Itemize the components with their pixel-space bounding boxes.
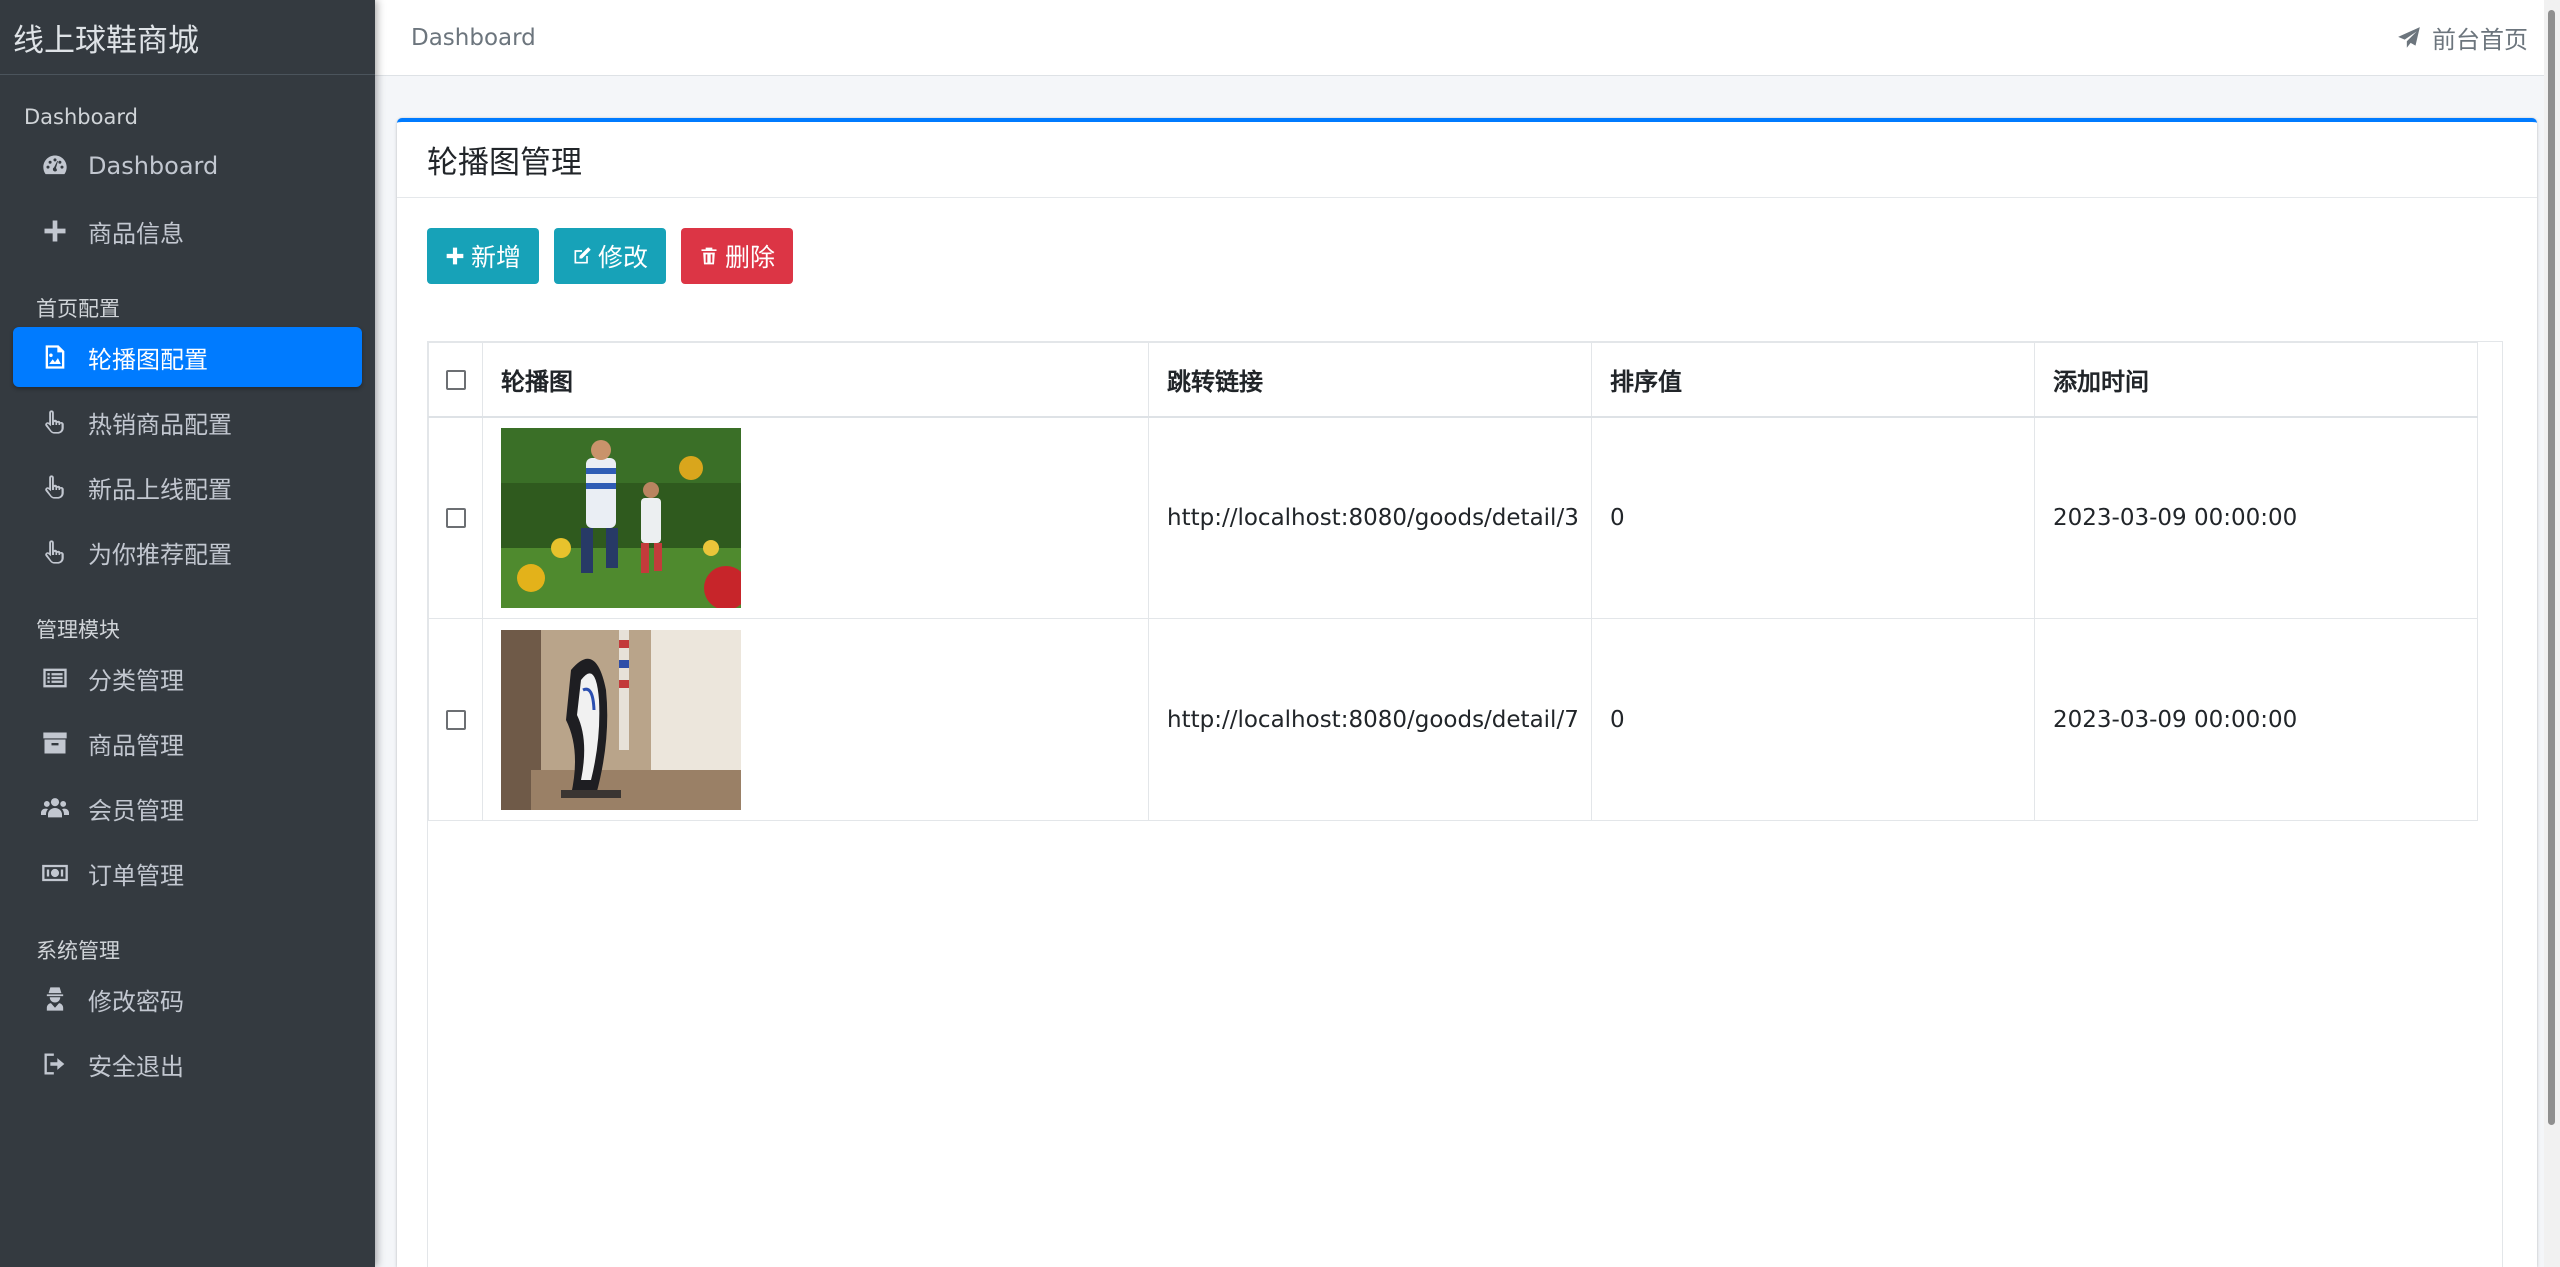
nav-header-management: 管理模块 <box>36 618 120 642</box>
sidebar-item-label: Dashboard <box>88 152 219 180</box>
front-home-label: 前台首页 <box>2432 26 2528 54</box>
add-button[interactable]: 新增 <box>427 228 540 284</box>
sidebar-item-order-management[interactable]: 订单管理 <box>13 843 362 903</box>
row-checkbox[interactable] <box>445 710 466 730</box>
column-header-image[interactable]: 轮播图 <box>482 342 1149 418</box>
toolbar: 新增 修改 删除 <box>397 198 2537 284</box>
sidebar-item-label: 为你推荐配置 <box>88 540 232 569</box>
tachometer-icon <box>40 151 70 181</box>
plus-icon <box>40 216 70 246</box>
nav-header-home-config: 首页配置 <box>36 297 120 321</box>
users-icon <box>40 793 70 823</box>
row-checkbox[interactable] <box>445 508 466 529</box>
carousel-table: 轮播图 跳转链接 排序值 添加时间 http://localhost:8080/… <box>427 341 2503 1267</box>
sidebar-item-dashboard[interactable]: Dashboard <box>13 136 362 196</box>
sidebar-item-label: 安全退出 <box>88 1052 184 1081</box>
paper-plane-icon <box>2398 26 2420 48</box>
hand-pointer-icon <box>40 472 70 502</box>
sidebar-item-recommend-config[interactable]: 为你推荐配置 <box>13 522 362 582</box>
carousel-management-card: 轮播图管理 新增 修改 删除 轮播图 跳转链接 排序值 添加时间 http://… <box>397 118 2537 1267</box>
select-all-checkbox[interactable] <box>445 370 466 391</box>
edit-icon <box>574 247 591 264</box>
carousel-thumbnail[interactable] <box>501 629 741 810</box>
top-navbar: Dashboard 前台首页 <box>375 0 2560 76</box>
user-secret-icon <box>40 984 70 1014</box>
add-button-label: 新增 <box>471 243 522 272</box>
sign-out-icon <box>40 1049 70 1079</box>
edit-button[interactable]: 修改 <box>554 228 667 284</box>
sidebar-item-member-management[interactable]: 会员管理 <box>13 778 362 838</box>
link-cell: http://localhost:8080/goods/detail/7 <box>1148 618 1592 821</box>
table-header-row: 轮播图 跳转链接 排序值 添加时间 <box>428 342 2478 418</box>
sidebar-item-hot-goods-config[interactable]: 热销商品配置 <box>13 392 362 452</box>
front-home-link[interactable]: 前台首页 <box>2396 20 2528 55</box>
sidebar-item-label: 热销商品配置 <box>88 410 232 439</box>
edit-button-label: 修改 <box>598 243 649 272</box>
sidebar-item-label: 订单管理 <box>88 861 184 890</box>
card-title: 轮播图管理 <box>397 122 2537 198</box>
sidebar-item-change-password[interactable]: 修改密码 <box>13 969 362 1029</box>
row-select-cell <box>428 618 483 821</box>
column-header-link[interactable]: 跳转链接 <box>1148 342 1592 418</box>
order-cell: 0 <box>1591 618 2035 821</box>
sidebar-item-label: 修改密码 <box>88 987 184 1016</box>
sidebar-item-new-goods-config[interactable]: 新品上线配置 <box>13 457 362 517</box>
added-time-cell: 2023-03-09 00:00:00 <box>2034 618 2478 821</box>
image-icon <box>40 342 70 372</box>
delete-button[interactable]: 删除 <box>681 228 794 284</box>
breadcrumb: Dashboard <box>411 24 536 51</box>
carousel-image-cell <box>482 416 1149 619</box>
link-cell: http://localhost:8080/goods/detail/3 <box>1148 416 1592 619</box>
page-scrollbar[interactable] <box>2544 0 2560 1267</box>
plus-icon <box>446 247 464 265</box>
sidebar-item-label: 商品信息 <box>88 219 184 248</box>
trash-icon <box>701 247 717 265</box>
sidebar: 线上球鞋商城 Dashboard Dashboard 商品信息 首页配置 轮播图… <box>0 0 375 1267</box>
archive-icon <box>40 728 70 758</box>
order-cell: 0 <box>1591 416 2035 619</box>
select-all-cell <box>428 342 483 418</box>
table-row[interactable]: http://localhost:8080/goods/detail/7 0 2… <box>428 618 2478 821</box>
sidebar-item-goods-info[interactable]: 商品信息 <box>13 201 362 261</box>
carousel-thumbnail[interactable] <box>501 427 741 608</box>
sidebar-item-category-management[interactable]: 分类管理 <box>13 648 362 708</box>
table-row[interactable]: http://localhost:8080/goods/detail/3 0 2… <box>428 416 2478 619</box>
sidebar-item-label: 分类管理 <box>88 666 184 695</box>
brand-title[interactable]: 线上球鞋商城 <box>0 0 375 75</box>
sidebar-item-label: 会员管理 <box>88 796 184 825</box>
sidebar-item-label: 轮播图配置 <box>88 345 208 374</box>
delete-button-label: 删除 <box>725 243 776 272</box>
list-alt-icon <box>40 663 70 693</box>
column-header-added-time[interactable]: 添加时间 <box>2034 342 2478 418</box>
hand-pointer-icon <box>40 537 70 567</box>
column-header-order[interactable]: 排序值 <box>1591 342 2035 418</box>
sidebar-item-carousel-config[interactable]: 轮播图配置 <box>13 327 362 387</box>
sidebar-item-label: 新品上线配置 <box>88 475 232 504</box>
scrollbar-thumb[interactable] <box>2548 10 2555 1125</box>
money-bill-icon <box>40 858 70 888</box>
added-time-cell: 2023-03-09 00:00:00 <box>2034 416 2478 619</box>
row-select-cell <box>428 416 483 619</box>
hand-pointer-icon <box>40 407 70 437</box>
nav-header-system: 系统管理 <box>36 939 120 963</box>
sidebar-item-goods-management[interactable]: 商品管理 <box>13 713 362 773</box>
nav-header-dashboard: Dashboard <box>24 105 138 129</box>
sidebar-item-label: 商品管理 <box>88 731 184 760</box>
carousel-image-cell <box>482 618 1149 821</box>
sidebar-item-logout[interactable]: 安全退出 <box>13 1034 362 1094</box>
